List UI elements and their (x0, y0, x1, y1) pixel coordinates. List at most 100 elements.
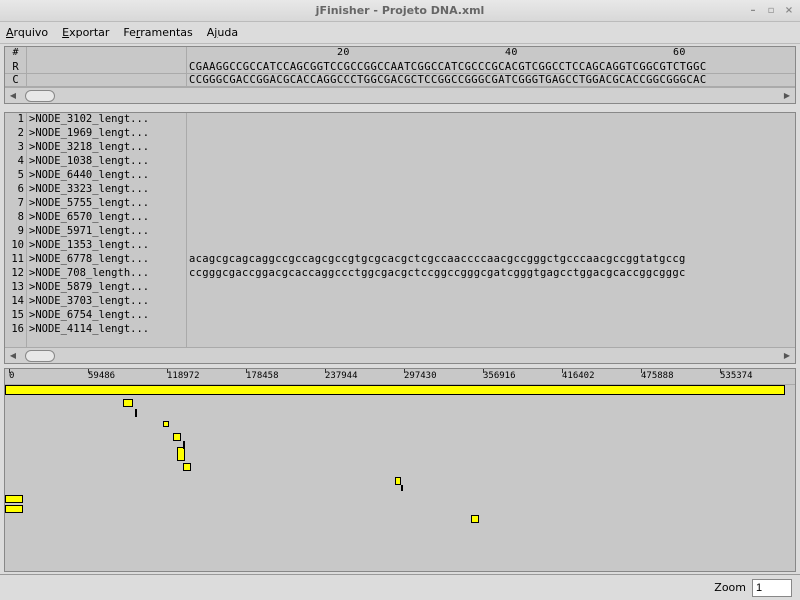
line-number: 10 (5, 239, 26, 253)
reference-sequence: CGAAGGCCGCCATCCAGCGGTCCGCCGGCCAATCGGCCAT… (187, 61, 795, 73)
feature-bar[interactable] (177, 447, 185, 461)
scroll-thumb[interactable] (25, 90, 55, 102)
sequence-cell (187, 183, 795, 197)
sequence-cell (187, 281, 795, 295)
track-tick: 178458 (246, 371, 279, 381)
minimize-icon[interactable]: – (746, 4, 760, 18)
reads-panel: 12345678910111213141516 >NODE_3102_lengt… (4, 112, 796, 364)
list-item[interactable]: >NODE_3218_lengt... (27, 141, 186, 155)
feature-bar[interactable] (123, 399, 133, 407)
menu-arquivo[interactable]: Arquivo (6, 26, 48, 39)
row-r-label: R (5, 61, 27, 73)
position-ruler: 20 40 60 (187, 47, 795, 61)
list-item[interactable]: >NODE_6778_lengt... (27, 253, 186, 267)
list-item[interactable]: >NODE_1353_lengt... (27, 239, 186, 253)
track-tick: 416402 (562, 371, 595, 381)
scroll-thumb[interactable] (25, 350, 55, 362)
line-number: 1 (5, 113, 26, 127)
zoom-label: Zoom (714, 581, 746, 594)
feature-bar[interactable] (163, 421, 169, 427)
list-item[interactable]: >NODE_3323_lengt... (27, 183, 186, 197)
scroll-left-icon[interactable]: ◀ (5, 89, 21, 103)
mark (401, 485, 403, 491)
line-number: 3 (5, 141, 26, 155)
sequence-cell (187, 225, 795, 239)
menubar: Arquivo Exportar Ferramentas Ajuda (0, 22, 800, 44)
track-tick: 475888 (641, 371, 674, 381)
line-number: 7 (5, 197, 26, 211)
feature-bar[interactable] (5, 495, 23, 503)
line-number: 14 (5, 295, 26, 309)
line-number: 9 (5, 225, 26, 239)
track-tick: 118972 (167, 371, 200, 381)
sequence-cell (187, 155, 795, 169)
list-item[interactable]: >NODE_4114_lengt... (27, 323, 186, 337)
track-tick: 535374 (720, 371, 753, 381)
sequence-cell (187, 197, 795, 211)
sequence-cell (187, 309, 795, 323)
menu-ferramentas[interactable]: Ferramentas (123, 26, 192, 39)
list-item[interactable]: >NODE_3703_lengt... (27, 295, 186, 309)
list-item[interactable]: >NODE_6754_lengt... (27, 309, 186, 323)
coverage-track[interactable]: 0 59486 118972 178458 237944 297430 356916 4164… (4, 368, 796, 572)
mark (135, 409, 137, 417)
status-bar: Zoom (0, 574, 800, 600)
track-tick: 297430 (404, 371, 437, 381)
sequence-cell (187, 211, 795, 225)
list-item[interactable]: >NODE_6440_lengt... (27, 169, 186, 183)
read-sequences[interactable]: acagcgcagcaggccgccagcgccgtgcgcacgctcgcca… (187, 113, 795, 347)
track-tick: 237944 (325, 371, 358, 381)
window-titlebar: jFinisher - Projeto DNA.xml – ▫ × (0, 0, 800, 22)
track-tick: 0 (9, 371, 14, 381)
node-names[interactable]: >NODE_3102_lengt...>NODE_1969_lengt...>N… (27, 113, 187, 347)
track-tick: 356916 (483, 371, 516, 381)
menu-ajuda[interactable]: Ajuda (207, 26, 238, 39)
sequence-cell (187, 323, 795, 337)
track-area[interactable] (5, 385, 795, 571)
line-number: 16 (5, 323, 26, 337)
scroll-left-icon[interactable]: ◀ (5, 349, 21, 363)
top-hscrollbar[interactable]: ◀ ▶ (5, 87, 795, 103)
line-number: 6 (5, 183, 26, 197)
sequence-cell: ccgggcgaccggacgcaccaggccctggcgacgctccggc… (187, 267, 795, 281)
feature-bar[interactable] (471, 515, 479, 523)
list-item[interactable]: >NODE_708_length... (27, 267, 186, 281)
line-number: 2 (5, 127, 26, 141)
feature-bar[interactable] (183, 463, 191, 471)
close-icon[interactable]: × (782, 4, 796, 18)
line-number: 15 (5, 309, 26, 323)
sequence-cell (187, 169, 795, 183)
window-title: jFinisher - Projeto DNA.xml (316, 4, 485, 17)
line-number: 12 (5, 267, 26, 281)
feature-bar[interactable] (173, 433, 181, 441)
sequence-cell (187, 239, 795, 253)
sequence-cell (187, 295, 795, 309)
menu-exportar[interactable]: Exportar (62, 26, 109, 39)
list-item[interactable]: >NODE_5971_lengt... (27, 225, 186, 239)
line-number: 5 (5, 169, 26, 183)
maximize-icon[interactable]: ▫ (764, 4, 778, 18)
list-item[interactable]: >NODE_1969_lengt... (27, 127, 186, 141)
feature-bar[interactable] (395, 477, 401, 485)
scroll-right-icon[interactable]: ▶ (779, 89, 795, 103)
row-c-label: C (5, 74, 27, 86)
list-item[interactable]: >NODE_6570_lengt... (27, 211, 186, 225)
list-item[interactable]: >NODE_3102_lengt... (27, 113, 186, 127)
feature-bar[interactable] (5, 505, 23, 513)
sequence-cell (187, 113, 795, 127)
sequence-cell (187, 141, 795, 155)
line-number: 13 (5, 281, 26, 295)
mid-hscrollbar[interactable]: ◀ ▶ (5, 347, 795, 363)
line-number: 11 (5, 253, 26, 267)
list-item[interactable]: >NODE_1038_lengt... (27, 155, 186, 169)
consensus-sequence: CCGGGCGACCGGACGCACCAGGCCCTGGCGACGCTCCGGC… (187, 74, 795, 86)
list-item[interactable]: >NODE_5879_lengt... (27, 281, 186, 295)
line-numbers: 12345678910111213141516 (5, 113, 27, 347)
list-item[interactable]: >NODE_5755_lengt... (27, 197, 186, 211)
zoom-input[interactable] (752, 579, 792, 597)
track-tick: 59486 (88, 371, 115, 381)
scroll-right-icon[interactable]: ▶ (779, 349, 795, 363)
feature-bar[interactable] (5, 385, 785, 395)
sequence-cell (187, 127, 795, 141)
track-ruler: 0 59486 118972 178458 237944 297430 356916 4164… (5, 369, 795, 385)
